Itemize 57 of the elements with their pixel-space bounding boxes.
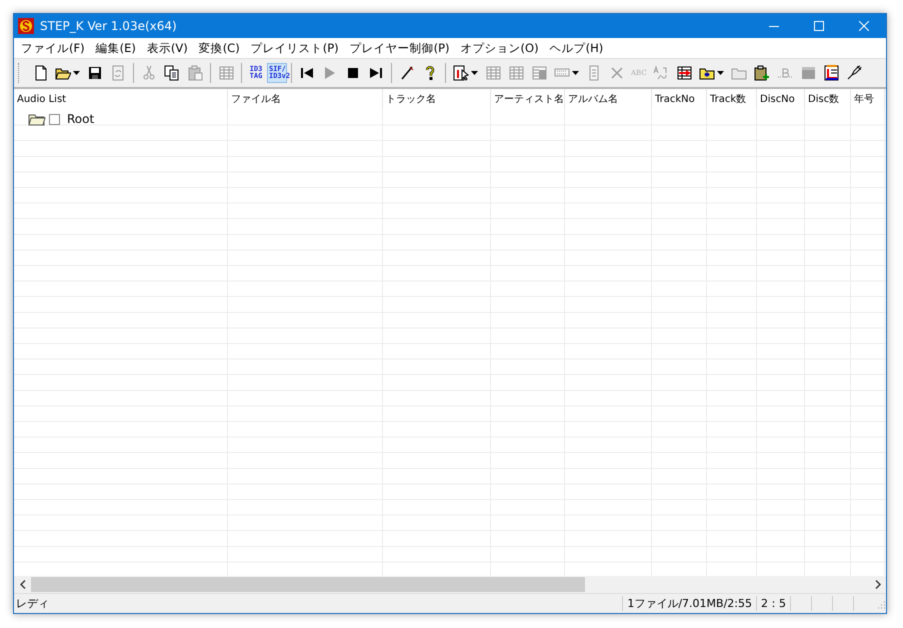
status-pane: 1ファイル/7.01MB/2:55 xyxy=(622,596,756,611)
skip-back-icon xyxy=(299,65,315,81)
folder-icon xyxy=(28,112,46,126)
grid-icon xyxy=(485,65,501,81)
caret-icon xyxy=(73,71,80,75)
chevron-left-icon xyxy=(20,580,26,589)
column-header[interactable]: Track数 xyxy=(707,89,757,110)
column-header[interactable]: トラック名 xyxy=(383,89,491,110)
checkbox[interactable] xyxy=(49,114,60,124)
block-icon xyxy=(800,65,816,81)
chevron-right-icon xyxy=(874,580,880,589)
plug-icon xyxy=(846,65,862,81)
columns-icon xyxy=(531,65,547,81)
column-header[interactable]: Disc数 xyxy=(805,89,851,110)
clipboard-add-icon xyxy=(754,65,770,81)
menu-item[interactable]: プレイリスト(P) xyxy=(246,40,345,56)
cross-icon xyxy=(609,65,625,81)
skip-forward-icon xyxy=(368,65,384,81)
column-header[interactable]: DiscNo xyxy=(757,89,805,110)
menu-item[interactable]: ヘルプ(H) xyxy=(544,40,610,56)
refresh-icon xyxy=(110,65,126,81)
pen-icon xyxy=(399,65,415,81)
maximize-icon xyxy=(814,21,824,31)
window-title: STEP_K Ver 1.03e(x64) xyxy=(40,19,178,33)
stop-icon xyxy=(345,65,361,81)
menu-item[interactable]: 表示(V) xyxy=(142,40,194,56)
menu-item[interactable]: オプション(O) xyxy=(456,40,545,56)
status-pane: 2：5 xyxy=(756,596,790,611)
paste-icon xyxy=(187,65,203,81)
menu-item[interactable]: 編集(E) xyxy=(90,40,142,56)
caret-icon xyxy=(716,71,724,75)
caret-icon xyxy=(572,71,579,75)
status-message: レディ xyxy=(15,596,50,611)
scrollbar-thumb[interactable] xyxy=(31,577,585,592)
column-header[interactable]: ファイル名 xyxy=(228,89,383,110)
menu-item[interactable]: 変換(C) xyxy=(194,40,246,56)
copy-icon xyxy=(164,65,180,81)
document-cursor-icon xyxy=(453,65,469,81)
letter-case-icon xyxy=(652,65,669,81)
cut-icon xyxy=(141,65,157,81)
close-icon xyxy=(858,21,868,31)
grid-icon xyxy=(508,65,524,81)
column-header[interactable]: TrackNo xyxy=(652,89,707,110)
column-header[interactable]: Audio List xyxy=(14,89,228,110)
menu-item[interactable]: ファイル(F) xyxy=(16,40,91,56)
column-header[interactable]: アルバム名 xyxy=(565,89,652,110)
menu-item[interactable]: プレイヤー制御(P) xyxy=(344,40,456,56)
colored-list-icon xyxy=(822,65,839,81)
horizontal-scrollbar[interactable] xyxy=(14,576,886,593)
grid-arrow-icon xyxy=(676,65,692,81)
column-header[interactable]: アーティスト名 xyxy=(491,89,565,110)
tree-item-label[interactable]: Root xyxy=(63,112,94,126)
app-logo-icon xyxy=(18,18,34,34)
column-header[interactable]: 年号 xyxy=(851,89,885,110)
grid-icon xyxy=(218,65,234,81)
caret-icon xyxy=(471,71,478,75)
save-icon xyxy=(87,65,103,81)
